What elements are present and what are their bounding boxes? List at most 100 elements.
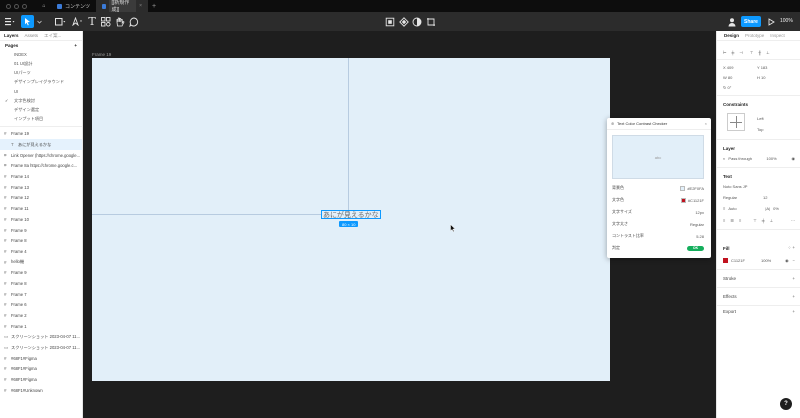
- page-item[interactable]: 01 UI設計: [0, 59, 82, 68]
- frame-19[interactable]: [92, 58, 610, 381]
- layer-item[interactable]: # Frame 4: [0, 246, 82, 257]
- w-field[interactable]: W 80: [723, 75, 757, 80]
- align-left-icon[interactable]: ⊢: [723, 50, 726, 55]
- layer-item[interactable]: # Frame 2: [0, 310, 82, 321]
- move-tool-dropdown-icon[interactable]: [36, 15, 42, 28]
- text-align-center-icon[interactable]: ☰: [730, 218, 734, 223]
- layer-item[interactable]: # Frame 13: [0, 182, 82, 193]
- crop-icon[interactable]: [425, 15, 437, 28]
- pen-tool-icon[interactable]: [71, 15, 83, 28]
- layer-item[interactable]: # Frame 9: [0, 267, 82, 278]
- line-height-field[interactable]: Auto: [728, 206, 765, 211]
- tab-design[interactable]: Design: [724, 33, 739, 38]
- letter-spacing-field[interactable]: 0%: [773, 206, 779, 211]
- layer-item[interactable]: # Frame 9: [0, 225, 82, 236]
- page-item[interactable]: UIパーツ: [0, 68, 82, 77]
- layer-item[interactable]: # #68F1#Figma: [0, 353, 82, 364]
- layer-item[interactable]: # Frame 8: [0, 278, 82, 289]
- main-menu-icon[interactable]: [4, 15, 16, 28]
- constraint-horizontal-select[interactable]: Left: [757, 115, 795, 121]
- font-size-field[interactable]: 12: [763, 195, 767, 200]
- x-field[interactable]: X 409: [723, 65, 757, 70]
- layer-item[interactable]: # #68F1#Figma: [0, 364, 82, 375]
- fill-style-icon[interactable]: ⁘ +: [787, 245, 795, 251]
- remove-fill-icon[interactable]: −: [793, 258, 795, 263]
- component-icon[interactable]: [384, 15, 396, 28]
- align-middle-text-icon[interactable]: ╪: [762, 218, 765, 223]
- layer-item[interactable]: # #68F1#Unknown: [0, 385, 82, 396]
- constraint-vertical-select[interactable]: Top: [757, 126, 795, 132]
- add-effect-icon[interactable]: +: [792, 294, 795, 299]
- text-tool-icon[interactable]: T: [87, 15, 97, 28]
- zoom-level-dropdown[interactable]: 100%: [780, 18, 793, 24]
- align-right-icon[interactable]: ⊣: [739, 50, 742, 55]
- browser-tab-contents[interactable]: コンテンツ: [51, 0, 96, 12]
- contrast-icon[interactable]: [411, 15, 423, 28]
- home-tab[interactable]: ⌂: [37, 0, 51, 12]
- tab-inspect[interactable]: Inspect: [770, 33, 785, 38]
- font-weight-select[interactable]: Regular: [723, 195, 763, 200]
- comment-tool-icon[interactable]: [128, 15, 140, 28]
- layer-opacity-field[interactable]: 100%: [766, 156, 776, 161]
- text-settings-icon[interactable]: ⋯: [791, 218, 795, 223]
- align-middle-icon[interactable]: ╫: [758, 50, 761, 55]
- y-field[interactable]: Y 183: [757, 65, 767, 70]
- minimize-window-button[interactable]: [14, 3, 19, 9]
- layer-item[interactable]: # Frame 8: [0, 235, 82, 246]
- layer-item[interactable]: ⌗ Frame 8a https://chrome.google.c...: [0, 161, 82, 172]
- frame-label[interactable]: Frame 19: [92, 52, 111, 57]
- page-item[interactable]: デザイン選定: [0, 105, 82, 114]
- page-item[interactable]: ✓ 文字色検討: [0, 96, 82, 105]
- new-tab-icon[interactable]: +: [152, 3, 156, 10]
- fill-visibility-eye-icon[interactable]: ◉: [785, 258, 789, 263]
- align-center-icon[interactable]: ╪: [731, 50, 734, 55]
- align-bottom-text-icon[interactable]: ⊥: [770, 218, 773, 223]
- browser-tab-active[interactable]: [[新規作成]] ×: [96, 0, 149, 13]
- layer-item[interactable]: # Frame 7: [0, 289, 82, 300]
- page-item[interactable]: インプット項目: [0, 114, 82, 123]
- tab-prototype[interactable]: Prototype: [745, 33, 764, 38]
- text-align-left-icon[interactable]: ≡: [723, 218, 725, 223]
- layer-item[interactable]: # Frame 12: [0, 193, 82, 204]
- layer-item[interactable]: # hello機: [0, 257, 82, 268]
- layer-item[interactable]: # Frame 6: [0, 300, 82, 311]
- add-page-icon[interactable]: +: [74, 43, 77, 48]
- text-align-right-icon[interactable]: ≡: [739, 218, 741, 223]
- layer-item[interactable]: ▭ スクリーンショット 2023-04-07 11...: [0, 332, 82, 343]
- layer-item[interactable]: # #68F1#Figma: [0, 374, 82, 385]
- frame-tool-icon[interactable]: [54, 15, 66, 28]
- close-plugin-icon[interactable]: ×: [705, 121, 707, 126]
- layer-item-selected[interactable]: T あにが見えるかな: [0, 139, 82, 150]
- layer-item[interactable]: # Frame 19: [0, 129, 82, 140]
- user-avatar-icon[interactable]: [726, 15, 738, 28]
- tab-layers[interactable]: Layers: [4, 33, 19, 38]
- page-item[interactable]: デザインプレイグラウンド: [0, 78, 82, 87]
- rotation-field[interactable]: ↻ 0°: [723, 85, 731, 90]
- fill-opacity-field[interactable]: 100%: [761, 258, 771, 263]
- layer-item[interactable]: # Frame 11: [0, 203, 82, 214]
- resources-icon[interactable]: [100, 15, 112, 28]
- help-button[interactable]: ?: [780, 398, 792, 410]
- selected-text-layer[interactable]: あにが見えるかな: [321, 210, 381, 219]
- maximize-window-button[interactable]: [22, 3, 27, 9]
- move-tool-icon[interactable]: [21, 15, 34, 28]
- layer-item[interactable]: # Frame 1: [0, 321, 82, 332]
- layer-item[interactable]: # Frame 10: [0, 214, 82, 225]
- align-top-icon[interactable]: ⊤: [750, 50, 753, 55]
- page-item[interactable]: INDEX: [0, 50, 82, 59]
- fill-hex-field[interactable]: C1121F: [731, 258, 761, 263]
- add-stroke-icon[interactable]: +: [792, 276, 795, 281]
- font-family-select[interactable]: Noto Sans JP: [723, 184, 747, 189]
- h-field[interactable]: H 10: [757, 75, 765, 80]
- mask-icon[interactable]: [398, 15, 410, 28]
- close-tab-icon[interactable]: ×: [139, 3, 142, 9]
- add-export-icon[interactable]: +: [792, 309, 795, 314]
- hand-tool-icon[interactable]: [114, 15, 126, 28]
- layer-item[interactable]: # Frame 14: [0, 171, 82, 182]
- constraints-widget[interactable]: [727, 113, 745, 131]
- layer-item[interactable]: ⌗ Link Opener (https://chrome.google...: [0, 150, 82, 161]
- fill-color-swatch[interactable]: [723, 257, 728, 263]
- blend-mode-select[interactable]: Pass through: [728, 156, 766, 161]
- share-button[interactable]: Share: [741, 16, 761, 27]
- visibility-eye-icon[interactable]: ◉: [792, 156, 796, 161]
